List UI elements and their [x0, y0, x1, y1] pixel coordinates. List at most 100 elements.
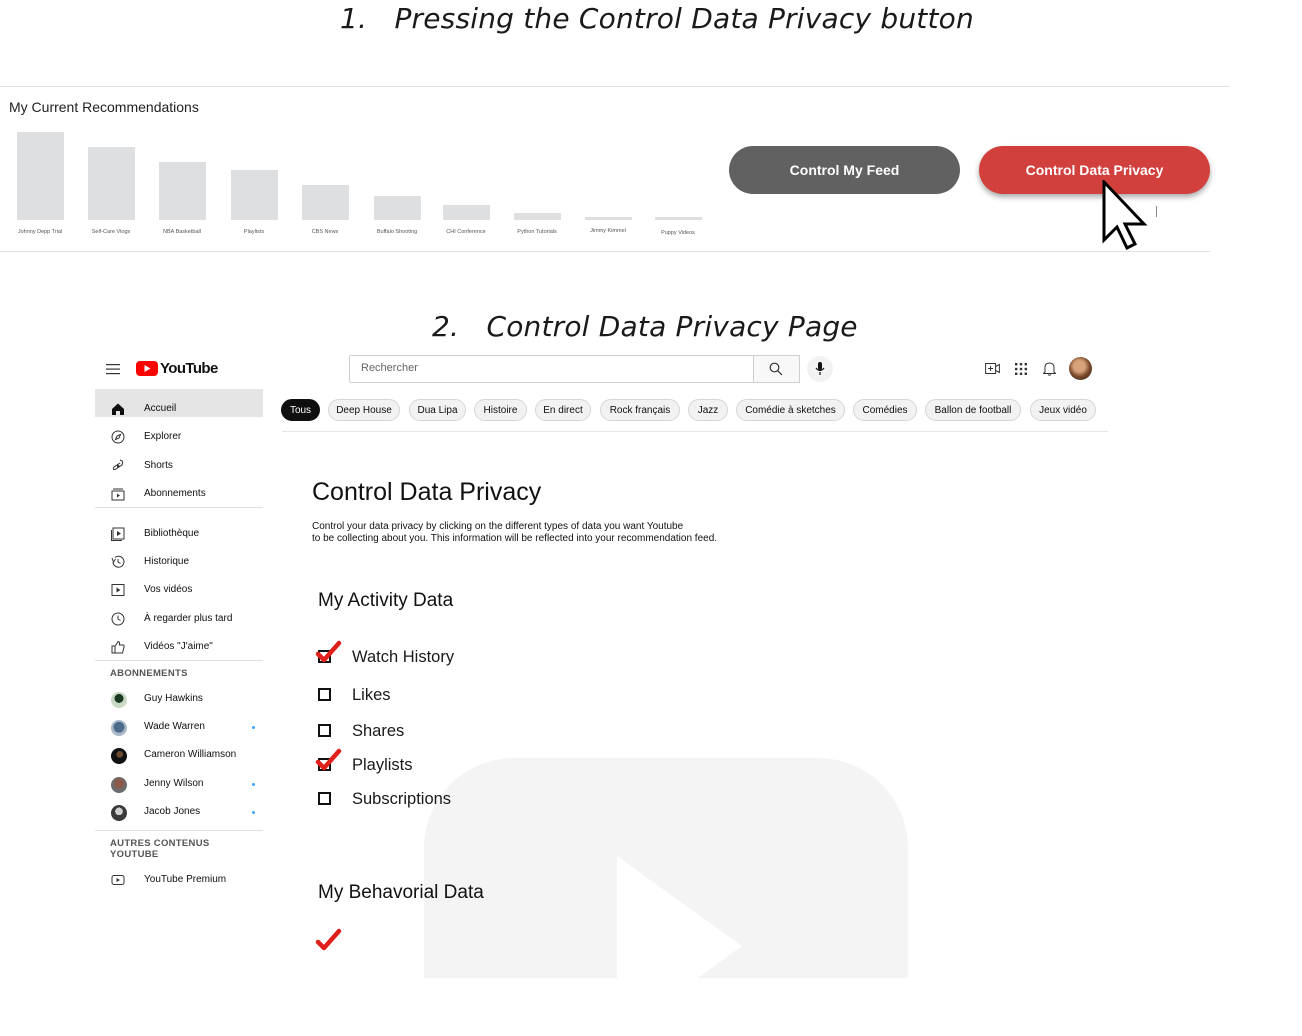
home-icon[interactable]	[110, 401, 126, 417]
filter-chip[interactable]: Tous	[281, 399, 320, 421]
privacy-page-title: Control Data Privacy	[312, 478, 542, 506]
recommendation-bar	[373, 196, 421, 220]
step-1-text: Pressing the Control Data Privacy button	[394, 2, 974, 35]
filter-chip[interactable]: Histoire	[474, 399, 527, 421]
subscription-name[interactable]: Jenny Wilson	[144, 778, 203, 789]
step-2-text: Control Data Privacy Page	[486, 310, 858, 343]
subscriptions-icon[interactable]	[110, 486, 126, 502]
activity-checkbox[interactable]	[318, 724, 331, 737]
recommendation-bar-label: Python Tutorials	[517, 229, 557, 235]
your-videos-icon[interactable]	[110, 582, 126, 598]
recommendation-bar	[654, 217, 702, 220]
recommendation-bar-label: Puppy Videos	[661, 230, 695, 236]
sidebar-item-label[interactable]: Accueil	[144, 403, 176, 414]
privacy-description-line-2: to be collecting about you. This informa…	[312, 533, 718, 544]
filter-chip[interactable]: En direct	[535, 399, 591, 421]
activity-data-title: My Activity Data	[318, 590, 454, 611]
filter-chip[interactable]: Dua Lipa	[409, 399, 466, 421]
step-2-number: 2.	[432, 310, 460, 343]
recommendations-title: My Current Recommendations	[9, 99, 199, 115]
apps-grid-icon[interactable]	[1015, 363, 1027, 375]
panel-divider	[0, 251, 1210, 252]
hamburger-menu-icon[interactable]	[106, 363, 120, 375]
more-header-line-2: YOUTUBE	[110, 849, 159, 860]
step-1-number: 1.	[340, 2, 368, 35]
text-caret	[1156, 206, 1157, 217]
filter-chip[interactable]: Jazz	[688, 399, 728, 421]
subscription-name[interactable]: Jacob Jones	[144, 806, 200, 817]
sidebar-divider-3	[95, 830, 263, 831]
filter-chip[interactable]: Comédie à sketches	[736, 399, 845, 421]
step-2-title: 2. Control Data Privacy Page	[432, 310, 858, 343]
control-my-feed-label: Control My Feed	[789, 162, 900, 178]
step-1-title: 1. Pressing the Control Data Privacy but…	[340, 2, 974, 35]
history-icon[interactable]	[110, 554, 126, 570]
account-avatar[interactable]	[1069, 357, 1092, 380]
recommendation-bar	[158, 162, 206, 220]
filter-chip[interactable]: Deep House	[328, 399, 400, 421]
recommendation-bar	[87, 147, 135, 220]
recommendation-bar-label: Johnny Depp Trial	[17, 229, 63, 235]
liked-videos-icon[interactable]	[110, 639, 126, 655]
youtube-premium-link[interactable]: YouTube Premium	[144, 874, 226, 885]
subscription-avatar[interactable]	[111, 805, 127, 821]
sidebar-item-label[interactable]: À regarder plus tard	[144, 613, 232, 624]
youtube-premium-icon[interactable]	[110, 872, 126, 888]
chips-divider	[282, 431, 1108, 432]
subscription-avatar[interactable]	[111, 720, 127, 736]
activity-checkbox[interactable]	[318, 688, 331, 701]
filter-chip[interactable]: Comédies	[853, 399, 917, 421]
explore-icon[interactable]	[110, 429, 126, 445]
privacy-description: Control your data privacy by clicking on…	[312, 521, 832, 545]
recommendation-bar	[301, 185, 349, 220]
recommendation-bar-label: Jimmy Kimmel	[590, 228, 626, 234]
filter-chip[interactable]: Ballon de football	[925, 399, 1021, 421]
recommendation-bar	[16, 132, 64, 220]
control-my-feed-button[interactable]: Control My Feed	[729, 146, 960, 194]
youtube-logo-icon[interactable]	[136, 361, 158, 376]
filter-chip[interactable]: Jeux vidéo	[1030, 399, 1096, 421]
search-placeholder[interactable]: Rechercher	[361, 362, 418, 374]
youtube-logo-text[interactable]: YouTube	[160, 360, 218, 377]
behavioral-data-title: My Behavorial Data	[318, 882, 484, 903]
activity-checkbox-label[interactable]: Likes	[352, 686, 391, 705]
filter-chip[interactable]: Rock français	[600, 399, 680, 421]
checkmark-icon	[315, 928, 342, 951]
sidebar-item-label[interactable]: Abonnements	[144, 488, 206, 499]
subscription-avatar[interactable]	[111, 692, 127, 708]
search-button[interactable]	[753, 355, 800, 383]
new-content-dot	[252, 811, 255, 814]
create-video-icon[interactable]	[985, 362, 1000, 375]
subscription-name[interactable]: Guy Hawkins	[144, 693, 203, 704]
recommendation-bar	[513, 213, 561, 220]
more-header-line-1: AUTRES CONTENUS	[110, 838, 210, 849]
shorts-icon[interactable]	[110, 458, 126, 474]
sidebar-divider-1	[95, 507, 263, 508]
subscription-avatar[interactable]	[111, 777, 127, 793]
recommendation-bar-label: Buffalo Shooting	[376, 229, 418, 235]
new-content-dot	[252, 726, 255, 729]
mouse-cursor-icon	[1102, 180, 1148, 251]
activity-checkbox-label[interactable]: Watch History	[352, 648, 454, 667]
sidebar-item-label[interactable]: Explorer	[144, 431, 181, 442]
voice-search-button[interactable]	[807, 356, 833, 382]
activity-checkbox-label[interactable]: Playlists	[352, 756, 413, 775]
sidebar-item-label[interactable]: Bibliothèque	[144, 528, 199, 539]
activity-checkbox-label[interactable]: Shares	[352, 722, 404, 741]
activity-checkbox[interactable]	[318, 792, 331, 805]
recommendation-bar-label: Playlists	[243, 229, 265, 235]
recommendation-bar-label: Self-Care Vlogs	[91, 229, 131, 235]
activity-checkbox-label[interactable]: Subscriptions	[352, 790, 451, 809]
subscription-name[interactable]: Cameron Williamson	[144, 749, 236, 760]
control-data-privacy-button[interactable]: Control Data Privacy	[979, 146, 1210, 194]
sidebar-item-label[interactable]: Vidéos "J'aime"	[144, 641, 213, 652]
sidebar-item-label[interactable]: Historique	[144, 556, 189, 567]
sidebar-item-label[interactable]: Shorts	[144, 460, 173, 471]
subscription-name[interactable]: Wade Warren	[144, 721, 205, 732]
notifications-bell-icon[interactable]	[1043, 361, 1056, 376]
sidebar-item-label[interactable]: Vos vidéos	[144, 584, 192, 595]
recommendation-bar-label: CHI Conference	[446, 229, 486, 235]
subscription-avatar[interactable]	[111, 748, 127, 764]
watch-later-icon[interactable]	[110, 611, 126, 627]
library-icon[interactable]	[110, 526, 126, 542]
